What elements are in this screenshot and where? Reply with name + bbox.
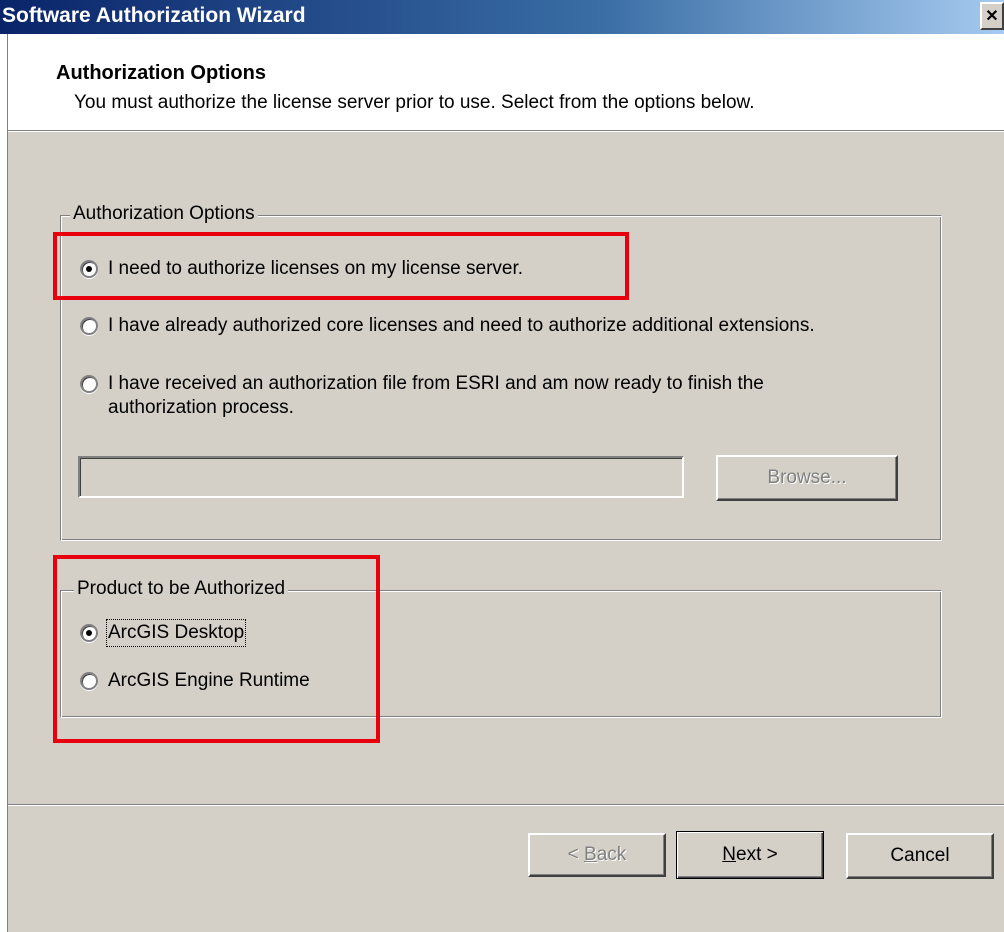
option-additional-extensions-label: I have already authorized core licenses …	[108, 315, 815, 336]
option-finish-authorization-label: I have received an authorization file fr…	[108, 372, 764, 420]
title-bar: Software Authorization Wizard ✕	[0, 0, 1004, 34]
browse-button[interactable]: Browse...	[716, 455, 898, 501]
back-prefix: <	[567, 844, 585, 865]
wizard-header: Authorization Options You must authorize…	[8, 34, 1004, 130]
authorization-file-path-input[interactable]	[78, 456, 684, 498]
cancel-button-label: Cancel	[890, 845, 950, 866]
next-button[interactable]: Next >	[676, 831, 824, 879]
header-divider	[8, 130, 1004, 132]
footer-divider	[8, 804, 1004, 806]
back-button-label: < Back	[568, 844, 627, 866]
close-icon: ✕	[985, 8, 999, 25]
radio-finish-authorization[interactable]	[80, 375, 98, 393]
option-finish-authorization-line1: I have received an authorization file fr…	[108, 373, 764, 394]
authorization-options-legend: Authorization Options	[70, 203, 258, 225]
next-button-label: Next >	[722, 844, 777, 866]
page-subtitle: You must authorize the license server pr…	[74, 92, 755, 113]
highlight-box-product	[53, 555, 380, 743]
radio-additional-extensions[interactable]	[80, 317, 98, 335]
option-finish-authorization[interactable]: I have received an authorization file fr…	[80, 372, 764, 420]
option-additional-extensions[interactable]: I have already authorized core licenses …	[80, 314, 815, 338]
next-mnemonic: N	[722, 844, 736, 865]
highlight-box-authorize-option	[53, 232, 629, 300]
browse-button-label: Browse...	[767, 467, 847, 488]
window-title: Software Authorization Wizard	[2, 4, 306, 27]
option-finish-authorization-line2: authorization process.	[108, 397, 294, 418]
cancel-button[interactable]: Cancel	[846, 833, 994, 879]
back-mnemonic: B	[584, 844, 597, 865]
close-button[interactable]: ✕	[980, 2, 1004, 30]
page-title: Authorization Options	[56, 62, 266, 84]
back-button[interactable]: < Back	[528, 833, 666, 877]
next-rest: ext >	[736, 844, 778, 865]
back-rest: ack	[596, 844, 627, 865]
window-left-border	[0, 34, 8, 932]
